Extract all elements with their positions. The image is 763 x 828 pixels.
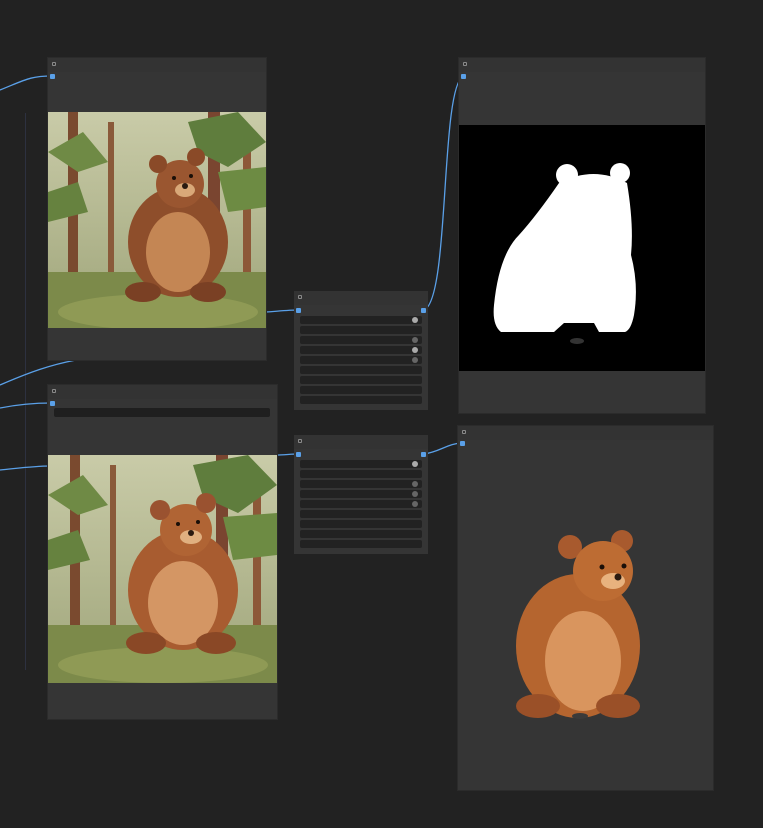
widget-row[interactable] (300, 500, 422, 508)
widget-row[interactable] (300, 386, 422, 394)
widget-row[interactable] (300, 326, 422, 334)
widget-row[interactable] (300, 520, 422, 528)
toggle-knob[interactable] (412, 347, 418, 353)
node-title-bar[interactable] (48, 385, 277, 399)
toggle-knob[interactable] (412, 491, 418, 497)
wire-rembg-to-mask (423, 75, 464, 311)
remove-bg-node-bottom[interactable] (294, 435, 428, 554)
collapse-icon[interactable] (463, 62, 467, 66)
widget-row[interactable] (300, 480, 422, 488)
wire-in-top (0, 75, 53, 91)
output-slot[interactable] (421, 308, 426, 313)
side-panel-edge (0, 113, 26, 670)
input-slot[interactable] (461, 74, 466, 79)
node-title-bar[interactable] (294, 435, 428, 449)
bear-forest-image (48, 112, 266, 328)
widget-row[interactable] (300, 376, 422, 384)
collapse-icon[interactable] (298, 295, 302, 299)
widget-row[interactable] (300, 366, 422, 374)
widget-row[interactable] (300, 540, 422, 548)
collapse-icon[interactable] (462, 430, 466, 434)
mask-image (459, 125, 705, 371)
widget-row[interactable] (300, 470, 422, 478)
preview-mask-node[interactable] (459, 58, 705, 413)
output-slot[interactable] (421, 452, 426, 457)
widget-row[interactable] (300, 530, 422, 538)
node-title-bar[interactable] (458, 426, 713, 440)
collapse-icon[interactable] (298, 439, 302, 443)
input-slot[interactable] (296, 452, 301, 457)
widget-row[interactable] (300, 316, 422, 324)
input-slot[interactable] (296, 308, 301, 313)
widget-row[interactable] (300, 460, 422, 468)
input-slot[interactable] (50, 401, 55, 406)
toggle-knob[interactable] (412, 357, 418, 363)
input-slot[interactable] (50, 74, 55, 79)
widget-row[interactable] (300, 490, 422, 498)
node-title-bar[interactable] (294, 291, 428, 305)
input-slot[interactable] (460, 441, 465, 446)
toggle-knob[interactable] (412, 501, 418, 507)
toggle-knob[interactable] (412, 481, 418, 487)
load-image-node-top[interactable] (48, 58, 266, 360)
node-title-bar[interactable] (48, 58, 266, 72)
widget-row[interactable] (300, 396, 422, 404)
node-title-bar[interactable] (459, 58, 705, 72)
text-input-field[interactable] (54, 408, 270, 417)
toggle-knob[interactable] (412, 317, 418, 323)
remove-bg-node-top[interactable] (294, 291, 428, 410)
toggle-knob[interactable] (412, 461, 418, 467)
bear-cutout-image (458, 521, 713, 731)
widget-row[interactable] (300, 346, 422, 354)
bear-forest-image (48, 455, 277, 683)
load-image-node-bottom[interactable] (48, 385, 277, 719)
widget-row[interactable] (300, 336, 422, 344)
collapse-icon[interactable] (52, 62, 56, 66)
toggle-knob[interactable] (412, 337, 418, 343)
widget-row[interactable] (300, 510, 422, 518)
preview-result-node[interactable] (458, 426, 713, 790)
widget-row[interactable] (300, 356, 422, 364)
collapse-icon[interactable] (52, 389, 56, 393)
